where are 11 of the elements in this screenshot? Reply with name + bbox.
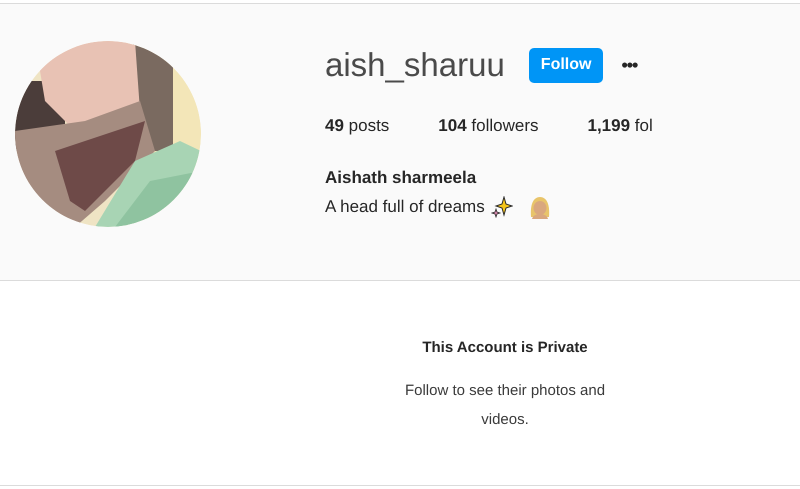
bio-text: A head full of dreams bbox=[325, 196, 485, 218]
profile-stat[interactable]: 104 followers bbox=[438, 113, 538, 138]
full-name: Aishath sharmeela bbox=[325, 166, 478, 188]
profile-stat[interactable]: 1,199 fol bbox=[588, 113, 653, 138]
username: aish_sharuu bbox=[325, 45, 505, 86]
private-message: Follow to see their photos and videos. bbox=[404, 380, 606, 430]
profile-stat[interactable]: 49 posts bbox=[325, 113, 390, 138]
private-title: This Account is Private bbox=[422, 338, 588, 358]
more-button[interactable]: ••• bbox=[621, 52, 638, 78]
sparkles-icon bbox=[490, 196, 513, 218]
person-icon bbox=[528, 194, 551, 219]
